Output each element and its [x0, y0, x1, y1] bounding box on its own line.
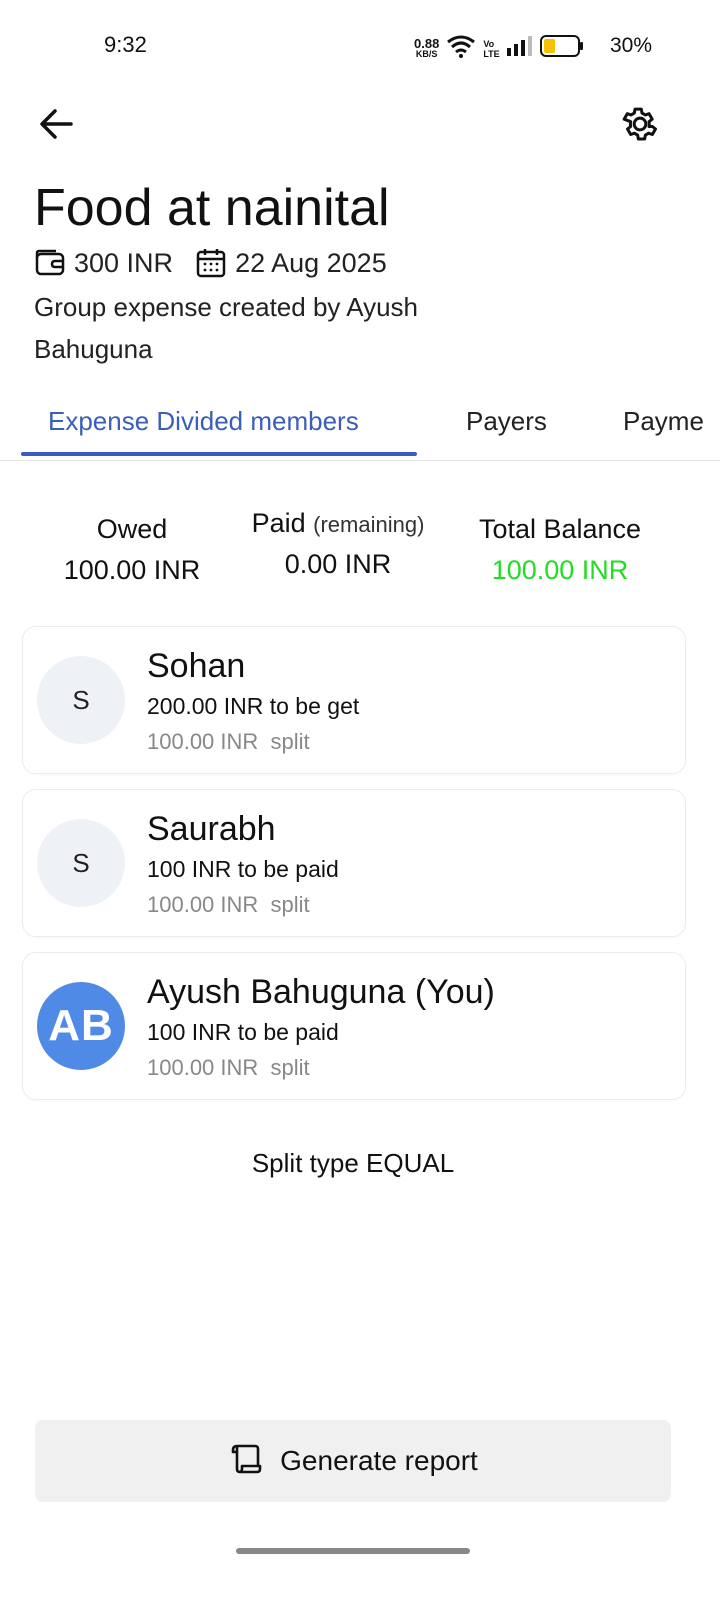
member-split-word: split [270, 892, 310, 917]
avatar: AB [37, 982, 125, 1070]
member-split: 100.00 INR split [147, 1055, 310, 1081]
wallet-icon [34, 246, 68, 280]
settings-button[interactable] [616, 102, 664, 150]
avatar: S [37, 656, 125, 744]
avatar: S [37, 819, 125, 907]
member-split-amount: 100.00 INR [147, 729, 259, 754]
gear-icon [620, 104, 660, 149]
owed-label: Owed [96, 514, 168, 544]
tab-payments[interactable]: Payme [623, 406, 704, 437]
home-indicator[interactable] [236, 1548, 470, 1554]
member-name: Sohan [147, 647, 246, 685]
member-split: 100.00 INR split [147, 892, 310, 918]
balance-label: Total Balance [478, 514, 642, 544]
expense-amount: 300 INR [74, 247, 174, 278]
expense-meta: 300 INR 22 Aug 2025 [34, 246, 387, 280]
split-type-label: Split type EQUAL [251, 1148, 455, 1178]
scroll-icon [228, 1442, 262, 1481]
owed-summary: Owed 100.00 INR [42, 514, 222, 586]
member-name: Ayush Bahuguna (You) [147, 973, 495, 1011]
member-card-ayush[interactable]: AB Ayush Bahuguna (You) 100 INR to be pa… [22, 952, 686, 1100]
member-status: 200.00 INR to be get [147, 693, 360, 719]
battery-percent: 30% [609, 34, 652, 57]
balance-summary: Total Balance 100.00 INR [470, 514, 650, 586]
paid-summary: Paid (remaining) 0.00 INR [236, 508, 440, 580]
network-speed-unit: KB/S [415, 48, 438, 59]
member-status: 100 INR to be paid [147, 1019, 339, 1045]
tab-bar: Expense Divided members Payers Payme [0, 396, 720, 461]
expense-title: Food at nainital [34, 179, 390, 237]
member-split-amount: 100.00 INR [147, 1055, 259, 1080]
volte-top: Vo [483, 38, 495, 49]
expense-date: 22 Aug 2025 [235, 247, 387, 278]
member-name: Saurabh [147, 810, 276, 848]
generate-report-button[interactable]: Generate report [35, 1420, 671, 1502]
volte-indicator: Vo LTE [483, 39, 499, 59]
back-button[interactable] [34, 104, 78, 148]
member-split-word: split [270, 729, 310, 754]
status-time: 9:32 [104, 32, 147, 57]
network-speed: 0.88 KB/S [414, 35, 440, 60]
balance-value: 100.00 INR [491, 555, 629, 585]
network-speed-value: 0.88 [414, 35, 440, 51]
owed-value: 100.00 INR [63, 555, 201, 585]
calendar-icon [195, 246, 229, 280]
wifi-icon [446, 34, 476, 63]
tab-payers[interactable]: Payers [466, 406, 547, 437]
generate-report-label: Generate report [280, 1445, 478, 1476]
member-card-saurabh[interactable]: S Saurabh 100 INR to be paid 100.00 INR … [22, 789, 686, 937]
paid-label-row: Paid (remaining) [236, 508, 440, 539]
volte-bottom: LTE [483, 48, 500, 59]
member-split-word: split [270, 1055, 310, 1080]
member-card-sohan[interactable]: S Sohan 200.00 INR to be get 100.00 INR … [22, 626, 686, 774]
paid-value: 0.00 INR [284, 549, 392, 579]
member-status: 100 INR to be paid [147, 856, 339, 882]
member-split: 100.00 INR split [147, 729, 310, 755]
tab-expense-divided-members[interactable]: Expense Divided members [48, 406, 359, 437]
signal-icon [506, 36, 533, 61]
created-by-text: Group expense created by Ayush Bahuguna [34, 292, 418, 364]
paid-label: Paid [251, 508, 306, 538]
active-tab-indicator [21, 452, 417, 456]
member-split-amount: 100.00 INR [147, 892, 259, 917]
paid-sub-label: (remaining) [313, 512, 425, 537]
battery-icon [539, 35, 584, 62]
status-icons: 0.88 KB/S Vo LTE [414, 34, 584, 63]
arrow-left-icon [38, 106, 74, 147]
